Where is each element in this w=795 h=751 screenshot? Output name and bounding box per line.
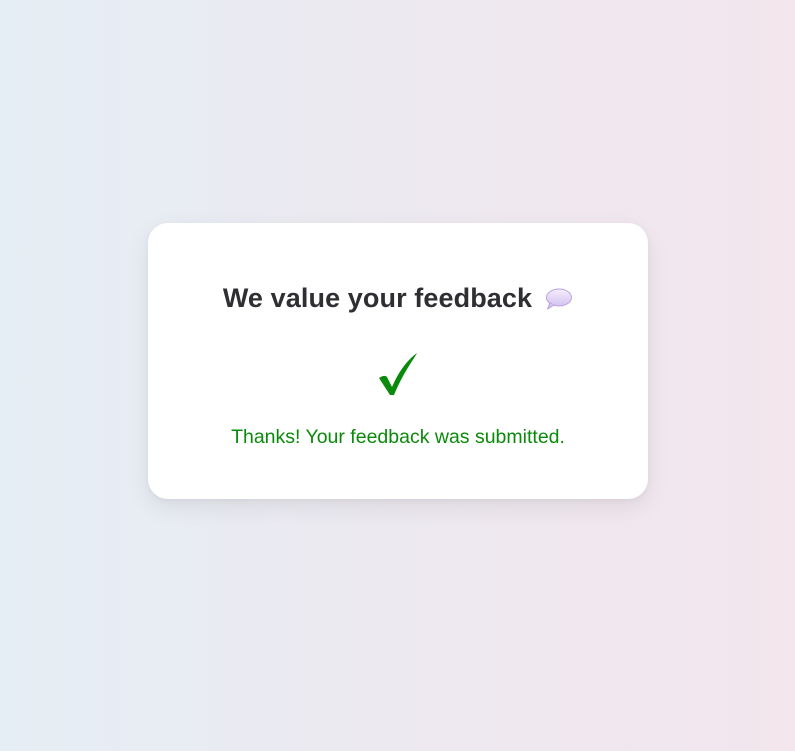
title-row: We value your feedback (148, 281, 648, 315)
success-message: Thanks! Your feedback was submitted. (231, 426, 565, 448)
checkmark-icon (379, 353, 417, 395)
page: { "card": { "title": "We value your feed… (0, 0, 795, 751)
status-row (148, 351, 648, 399)
page-title: We value your feedback (222, 283, 533, 313)
speech-bubble-icon (545, 287, 573, 311)
feedback-card: We value your feedback Thanks! Your feed… (148, 223, 648, 499)
